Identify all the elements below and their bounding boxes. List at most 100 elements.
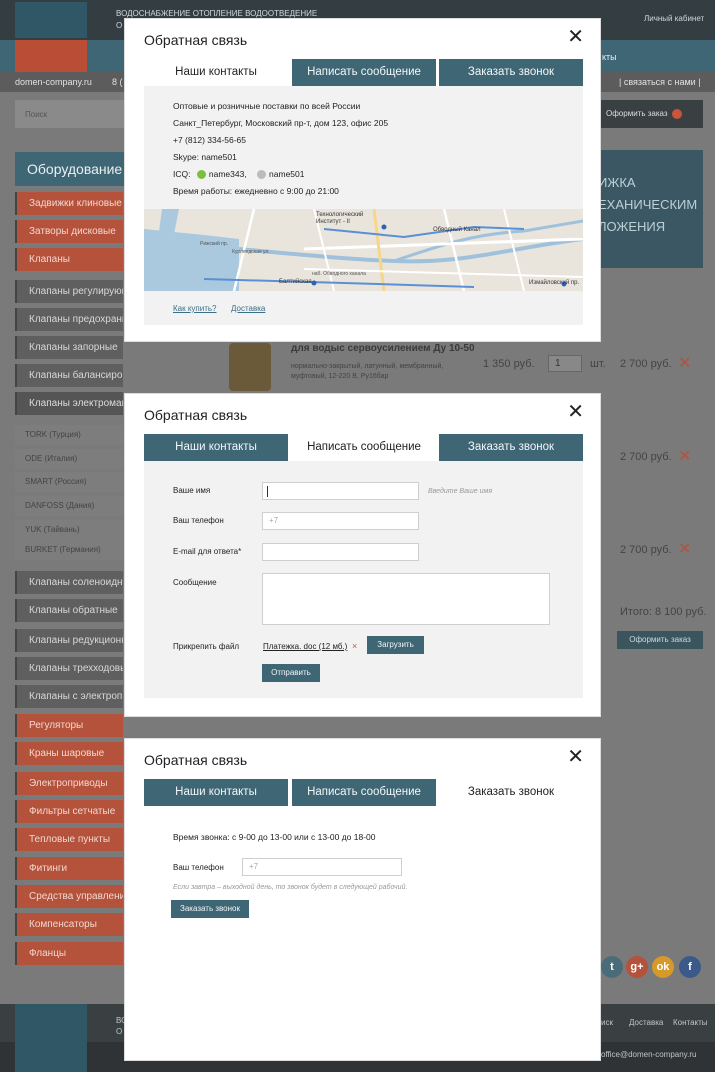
sidebar-item[interactable]: Клапаны запорные [15, 336, 123, 359]
how-to-buy-link[interactable]: Как купить? [173, 304, 217, 313]
top-menu[interactable]: ВОДОСНАБЖЕНИЕ ОТОПЛЕНИЕ ВОДООТВЕДЕНИЕ [116, 9, 317, 18]
map-label: наб. Обводного канала [312, 271, 366, 277]
odnoklassniki-icon[interactable]: ok [652, 956, 674, 978]
top-menu-sub: О [116, 21, 123, 30]
message-panel: Ваше имя Введите Ваше имя Ваш телефон +7… [144, 461, 583, 698]
remove-icon[interactable]: ✕ [678, 446, 691, 466]
row-total: 2 700 руб. [620, 358, 672, 370]
message-label: Сообщение [173, 578, 217, 587]
callback-phone-input[interactable]: +7 [242, 858, 402, 876]
tab-contacts[interactable]: Наши контакты [144, 779, 288, 806]
sidebar-item[interactable]: Клапаны балансировочные [15, 364, 123, 387]
modal-tabs: Наши контакты Написать сообщение Заказат… [144, 779, 583, 806]
email-input[interactable] [262, 543, 419, 561]
tab-message[interactable]: Написать сообщение [292, 434, 436, 461]
sidebar-item[interactable]: Фланцы [15, 942, 123, 965]
tab-contacts[interactable]: Наши контакты [144, 434, 288, 461]
cart-count-badge [671, 109, 682, 119]
cabinet-link[interactable]: Личный кабинет [644, 14, 704, 23]
message-textarea[interactable] [262, 573, 550, 625]
sidebar-item[interactable]: Клапаны предохранительные [15, 308, 123, 331]
tab-message[interactable]: Написать сообщение [292, 779, 436, 806]
sidebar-item[interactable]: Клапаны электромагнитные [15, 392, 123, 415]
remove-icon[interactable]: ✕ [678, 539, 691, 559]
icq-number: name343, [208, 169, 247, 179]
tab-callback[interactable]: Заказать звонок [439, 779, 583, 806]
sidebar-item[interactable]: Электроприводы [15, 772, 123, 795]
name-hint: Введите Ваше имя [428, 488, 493, 495]
tab-callback[interactable]: Заказать звонок [439, 434, 583, 461]
sidebar-item[interactable]: Краны шаровые [15, 742, 123, 765]
send-button[interactable]: Отправить [262, 664, 320, 682]
sidebar-item[interactable]: Задвижки клиновые [15, 192, 123, 215]
sidebar-item[interactable]: Клапаны трехходовые [15, 657, 123, 680]
footer-link-search[interactable]: иск [601, 1018, 613, 1027]
modal-title: Обратная связь [144, 407, 248, 423]
map-label: Технологический Институт - II [316, 212, 364, 225]
checkout-button[interactable]: Оформить заказ [617, 631, 703, 649]
name-label: Ваше имя [173, 486, 211, 495]
contacts-panel: Оптовые и розничные поставки по всей Рос… [144, 86, 583, 325]
sidebar-item[interactable]: Клапаны соленоидные [15, 571, 123, 594]
sidebar-item[interactable]: Компенсаторы [15, 913, 123, 936]
google-plus-icon[interactable]: g+ [626, 956, 648, 978]
sidebar-brand[interactable]: SMART (Россия) [15, 472, 123, 492]
order-button[interactable]: Оформить заказ [600, 100, 703, 128]
sidebar-item[interactable]: Клапаны с электроприводом [15, 685, 123, 708]
upload-button[interactable]: Загрузить [367, 636, 424, 654]
map-label: Обводный Канал [433, 227, 481, 233]
modal-tabs: Наши контакты Написать сообщение Заказат… [144, 59, 583, 86]
file-label: Прикрепить файл [173, 642, 240, 651]
search-input[interactable]: Поиск [15, 100, 125, 128]
qty-stepper[interactable]: 1 [548, 355, 582, 372]
name-input[interactable] [262, 482, 419, 500]
close-icon[interactable]: ✕ [567, 27, 584, 47]
sidebar-brand[interactable]: BURKET (Германия) [15, 540, 123, 560]
facebook-icon[interactable]: f [679, 956, 701, 978]
product-title[interactable]: для водыс сервоусилением Ду 10-50 [291, 343, 475, 354]
sidebar-item[interactable]: Тепловые пункты [15, 828, 123, 851]
sidebar-item[interactable]: Фитинги [15, 857, 123, 880]
sidebar-item[interactable]: Затворы дисковые [15, 220, 123, 243]
sidebar-item[interactable]: Клапаны редукционные [15, 629, 123, 652]
sidebar-brand[interactable]: ODE (Италия) [15, 449, 123, 469]
map[interactable]: Технологический Институт - II Обводный К… [144, 209, 583, 291]
callback-panel: Время звонка: с 9-00 до 13-00 или с 13-0… [144, 806, 583, 1043]
row-total: 2 700 руб. [620, 544, 672, 556]
nav-contacts[interactable]: кты [602, 52, 617, 62]
sidebar-item[interactable]: Фильтры сетчатые [15, 800, 123, 823]
remove-file-icon[interactable]: × [352, 641, 357, 651]
phone-input[interactable]: +7 [262, 512, 419, 530]
sidebar-item[interactable]: Средства управления [15, 885, 123, 908]
sidebar-item[interactable]: Регуляторы [15, 714, 123, 737]
map-label: Балтийская [279, 279, 312, 285]
tab-message[interactable]: Написать сообщение [292, 59, 436, 86]
footer-email[interactable]: office@domen-company.ru [601, 1050, 696, 1059]
modal-tabs: Наши контакты Написать сообщение Заказат… [144, 434, 583, 461]
footer-link-contacts[interactable]: Контакты [673, 1018, 708, 1027]
footer-logo [15, 1004, 87, 1072]
footer-link-delivery[interactable]: Доставка [629, 1018, 663, 1027]
sidebar-brand[interactable]: TORK (Турция) [15, 425, 123, 445]
feedback-modal-message: Обратная связь ✕ Наши контакты Написать … [124, 393, 601, 717]
icq-label: ICQ: [173, 169, 191, 179]
tab-contacts[interactable]: Наши контакты [144, 59, 288, 86]
order-call-button[interactable]: Заказать звонок [171, 900, 249, 918]
delivery-link[interactable]: Доставка [231, 304, 265, 313]
close-icon[interactable]: ✕ [567, 747, 584, 767]
promo-banner[interactable]: ИЖКА ЕХАНИЧЕСКИМ ЛОЖЕНИЯ [588, 150, 703, 268]
sidebar-brand[interactable]: DANFOSS (Дания) [15, 496, 123, 516]
callback-note: Если завтра – выходной день, то звонок б… [173, 884, 408, 891]
logo [15, 2, 87, 38]
twitter-icon[interactable]: t [601, 956, 623, 978]
sidebar-item[interactable]: Клапаны обратные [15, 599, 123, 622]
remove-icon[interactable]: ✕ [678, 353, 691, 373]
attached-file-link[interactable]: Платежка. doc (12 мб.) [263, 642, 347, 651]
sidebar-brand[interactable]: YUK (Тайвань) [15, 520, 123, 540]
contact-us-link[interactable]: | связаться с нами | [619, 77, 701, 87]
contacts-address: Санкт_Петербург, Московский пр-т, дом 12… [173, 118, 389, 128]
tab-callback[interactable]: Заказать звонок [439, 59, 583, 86]
sidebar-item[interactable]: Клапаны [15, 248, 123, 271]
close-icon[interactable]: ✕ [567, 402, 584, 422]
sidebar-item[interactable]: Клапаны регулирующие [15, 280, 123, 303]
